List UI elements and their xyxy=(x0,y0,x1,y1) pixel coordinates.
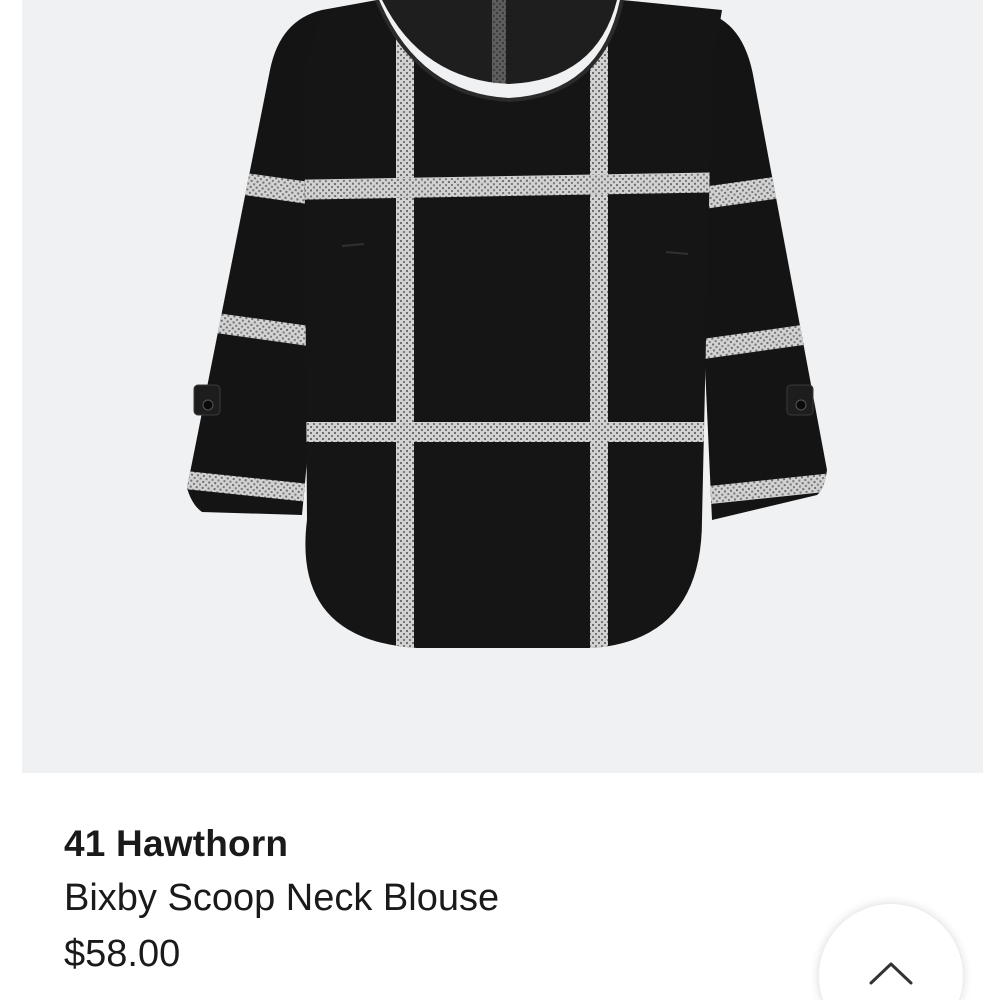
blouse-body xyxy=(304,0,722,648)
product-price: $58.00 xyxy=(64,933,181,975)
product-info: 41 Hawthorn Bixby Scoop Neck Blouse $58.… xyxy=(64,818,499,982)
product-image[interactable] xyxy=(22,0,983,773)
chevron-up-icon xyxy=(869,962,913,985)
product-detail-page: 41 Hawthorn Bixby Scoop Neck Blouse $58.… xyxy=(0,0,1000,1000)
scroll-to-top-button[interactable] xyxy=(819,904,963,1000)
product-title: Bixby Scoop Neck Blouse xyxy=(64,877,500,919)
brand-name[interactable]: 41 Hawthorn xyxy=(64,818,499,870)
blouse-illustration xyxy=(187,0,827,648)
